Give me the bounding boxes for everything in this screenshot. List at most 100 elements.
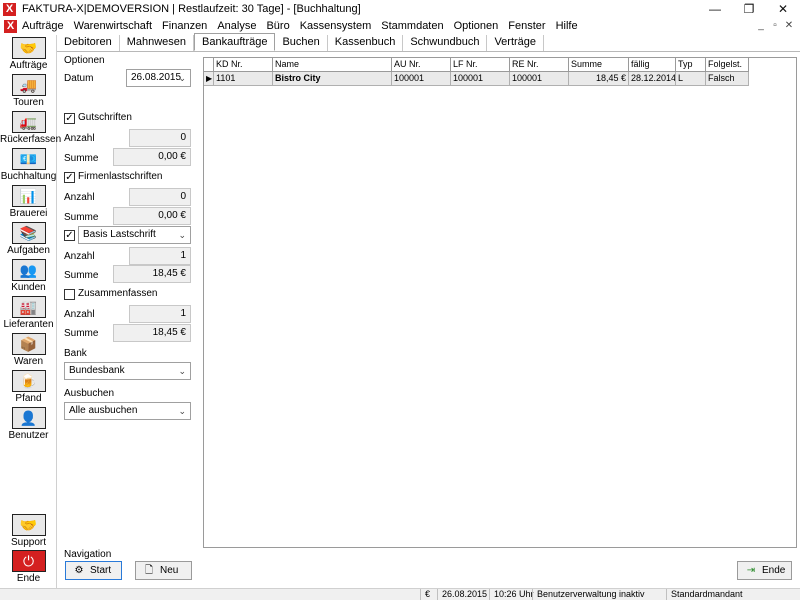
zusammenfassen-label: Zusammenfassen [78,288,158,299]
neu-button[interactable]: 🗋 Neu [135,561,192,580]
column-header-kd-nr[interactable]: KD Nr. [214,58,273,72]
mdi-app-icon[interactable]: X [4,19,17,33]
menu-auftraege[interactable]: Aufträge [17,18,69,34]
cell-faellig[interactable]: 28.12.2014 [629,72,676,86]
nav-pfand[interactable]: 🍺 Pfand [0,370,57,404]
menu-hilfe[interactable]: Hilfe [551,18,583,34]
bank-select[interactable]: Bundesbank ⌄ [64,362,191,380]
maximize-button[interactable]: ❐ [732,0,766,18]
chevron-down-icon: ⌄ [178,406,186,416]
menu-optionen[interactable]: Optionen [449,18,504,34]
nav-label: Kunden [11,282,46,293]
nav-support[interactable]: 🤝 Support [0,514,57,548]
tab-bar: Debitoren Mahnwesen Bankaufträge Buchen … [57,33,800,52]
gutschriften-checkbox[interactable]: ✓ [64,113,75,124]
menu-warenwirtschaft[interactable]: Warenwirtschaft [69,18,157,34]
nav-label: Aufgaben [7,245,50,256]
lastschrift-type-select[interactable]: Basis Lastschrift ⌄ [78,226,191,244]
tab-schwundbuch[interactable]: Schwundbuch [403,35,488,51]
left-navigation: 🤝 Aufträge 🚚 Touren 🚛 Rückerfassen 💶 Buc… [0,35,61,588]
menu-analyse[interactable]: Analyse [212,18,261,34]
column-header-typ[interactable]: Typ [676,58,706,72]
firmenlastschriften-checkbox[interactable]: ✓ [64,172,75,183]
tab-mahnwesen[interactable]: Mahnwesen [120,35,195,51]
start-button[interactable]: ⚙ Start [65,561,122,580]
anzahl-label: Anzahl [64,309,95,320]
customers-icon: 👥 [11,259,46,281]
nav-brauerei[interactable]: 📊 Brauerei [0,185,57,219]
row-marker-icon: ▶ [204,72,214,86]
cell-kd-nr[interactable]: 1101 [214,72,273,86]
tab-debitoren[interactable]: Debitoren [57,35,120,51]
cell-name[interactable]: Bistro City [273,72,392,86]
minimize-button[interactable]: — [698,0,732,18]
cell-typ[interactable]: L [676,72,706,86]
nav-waren[interactable]: 📦 Waren [0,333,57,367]
nav-benutzer[interactable]: 👤 Benutzer [0,407,57,441]
column-header-re-nr[interactable]: RE Nr. [510,58,569,72]
tasks-icon: 📚 [11,222,46,244]
ausbuchen-value: Alle ausbuchen [69,405,138,416]
nav-label: Pfand [15,393,42,404]
tab-bankauftraege[interactable]: Bankaufträge [194,33,276,51]
basis-value: Basis Lastschrift [83,229,156,240]
table-row[interactable]: ▶ 1101 Bistro City 100001 100001 100001 … [204,72,749,86]
nav-label: Support [10,537,47,548]
nav-label: Buchhaltung [0,171,57,182]
firmen-anzahl-field: 0 [129,188,191,206]
status-currency: € [420,589,437,600]
ende-button[interactable]: ⇥ Ende [737,561,792,580]
chevron-down-icon: ⌄ [178,230,186,240]
ausbuchen-select[interactable]: Alle ausbuchen ⌄ [64,402,191,420]
column-header-marker [204,58,214,72]
column-header-faellig[interactable]: fällig [629,58,676,72]
cell-folgelst[interactable]: Falsch [706,72,749,86]
column-header-folgelst[interactable]: Folgelst. [706,58,749,72]
column-header-summe[interactable]: Summe [569,58,629,72]
mdi-close-button[interactable]: ✕ [782,18,796,34]
tab-vertraege[interactable]: Verträge [487,35,545,51]
basis-anzahl-field: 1 [129,247,191,265]
menu-buero[interactable]: Büro [261,18,294,34]
column-header-lf-nr[interactable]: LF Nr. [451,58,510,72]
bankauftraege-grid[interactable]: KD Nr. Name AU Nr. LF Nr. RE Nr. Summe f… [203,57,797,548]
nav-auftraege[interactable]: 🤝 Aufträge [0,37,57,71]
column-header-name[interactable]: Name [273,58,392,72]
nav-buchhaltung[interactable]: 💶 Buchhaltung [0,148,57,182]
anzahl-label: Anzahl [64,251,95,262]
tab-buchen[interactable]: Buchen [275,35,328,51]
menu-finanzen[interactable]: Finanzen [157,18,212,34]
nav-lieferanten[interactable]: 🏭 Lieferanten [0,296,57,330]
cell-au-nr[interactable]: 100001 [392,72,451,86]
nav-kunden[interactable]: 👥 Kunden [0,259,57,293]
basis-checkbox[interactable]: ✓ [64,230,75,241]
chart-icon: 📊 [11,185,46,207]
zusammenfassen-checkbox[interactable] [64,289,75,300]
menu-fenster[interactable]: Fenster [503,18,550,34]
menu-stammdaten[interactable]: Stammdaten [376,18,448,34]
zusammen-summe-field: 18,45 € [113,324,191,342]
chevron-down-icon: ⌄ [178,366,186,376]
cell-re-nr[interactable]: 100001 [510,72,569,86]
nav-touren[interactable]: 🚚 Touren [0,74,57,108]
nav-ende[interactable]: ⏻ Ende [0,550,57,584]
cell-lf-nr[interactable]: 100001 [451,72,510,86]
column-header-au-nr[interactable]: AU Nr. [392,58,451,72]
nav-rueckerfassen[interactable]: 🚛 Rückerfassen [0,111,61,145]
datum-label: Datum [64,73,94,84]
bank-value: Bundesbank [69,365,125,376]
nav-aufgaben[interactable]: 📚 Aufgaben [0,222,57,256]
mdi-restore-button[interactable]: ▫ [768,18,782,34]
cell-summe[interactable]: 18,45 € [569,72,629,86]
status-spacer [0,589,420,600]
datum-picker[interactable]: 26.08.2015 ⌄ [126,69,191,87]
money-icon: 💶 [11,148,46,170]
status-user-info: Benutzerverwaltung inaktiv [532,589,666,600]
status-mandant: Standardmandant [666,589,800,600]
start-button-label: Start [90,565,112,576]
window-title: FAKTURA-X|DEMOVERSION | Restlaufzeit: 30… [22,3,361,15]
mdi-minimize-button[interactable]: _ [754,18,768,34]
tab-kassenbuch[interactable]: Kassenbuch [328,35,404,51]
close-button[interactable]: ✕ [766,0,800,18]
menu-kassensystem[interactable]: Kassensystem [295,18,377,34]
